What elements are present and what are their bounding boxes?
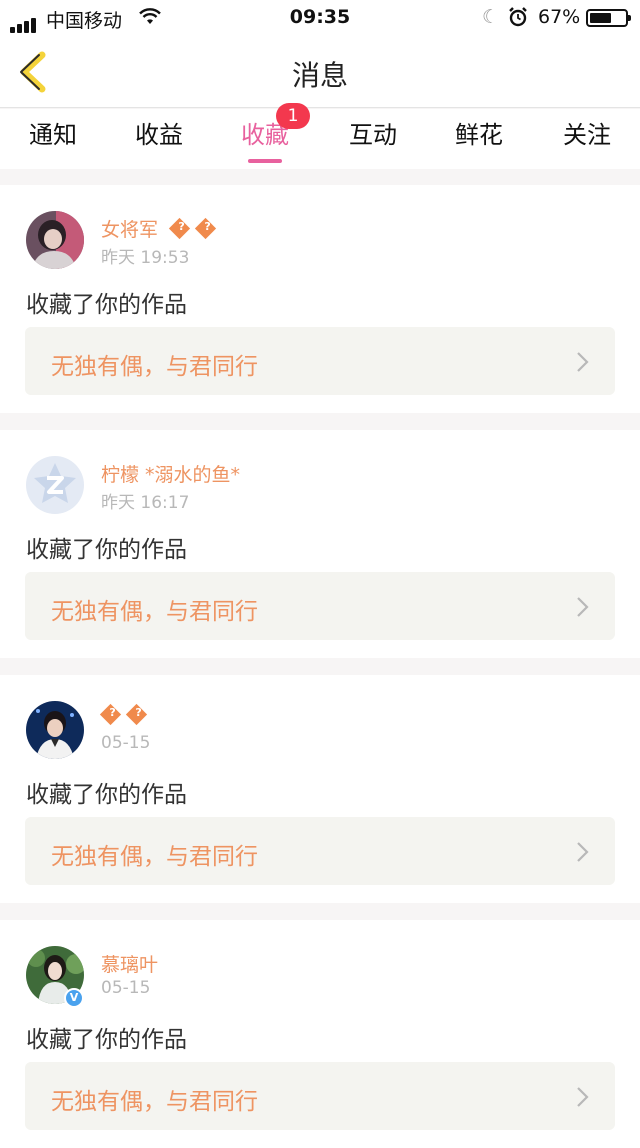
chevron-right-icon xyxy=(577,1087,589,1107)
battery-percent: 67% xyxy=(538,6,581,28)
battery-fill xyxy=(590,13,612,23)
action-text: 收藏了你的作品 xyxy=(26,1027,187,1053)
timestamp: 05-15 xyxy=(101,733,151,753)
work-title: 无独有偶，与君同行 xyxy=(51,354,258,380)
message-card: 女将军 昨天 19:53 收藏了你的作品 无独有偶，与君同行 xyxy=(0,185,640,413)
username[interactable]: 柠檬 *溺水的鱼* xyxy=(101,460,240,487)
avatar[interactable] xyxy=(26,456,84,514)
work-title: 无独有偶，与君同行 xyxy=(51,844,258,870)
tab-flowers[interactable]: 鲜花 xyxy=(426,115,532,150)
timestamp: 05-15 xyxy=(101,978,151,998)
username[interactable]: 慕璃叶 xyxy=(101,950,158,977)
tab-notifications[interactable]: 通知 xyxy=(0,115,106,150)
page-title: 消息 xyxy=(291,59,348,92)
nav-header: 消息 xyxy=(0,36,640,108)
tab-label: 通知 xyxy=(29,121,77,149)
chevron-right-icon xyxy=(577,842,589,862)
action-text: 收藏了你的作品 xyxy=(26,537,187,563)
tab-label: 互动 xyxy=(349,121,397,149)
action-text: 收藏了你的作品 xyxy=(26,292,187,318)
moon-icon: ☾ xyxy=(482,6,500,28)
battery-icon xyxy=(586,9,631,27)
status-bar: 中国移动 09:35 ☾ 67% xyxy=(0,0,640,36)
message-card: 05-15 收藏了你的作品 无独有偶，与君同行 xyxy=(0,675,640,903)
message-card: V 慕璃叶 05-15 收藏了你的作品 无独有偶，与君同行 xyxy=(0,920,640,1148)
tab-label: 收益 xyxy=(135,121,183,149)
work-link[interactable]: 无独有偶，与君同行 xyxy=(25,572,615,640)
tab-label: 鲜花 xyxy=(455,121,503,149)
avatar[interactable] xyxy=(26,211,84,269)
username-text: 女将军 xyxy=(101,219,159,241)
tab-bar: 通知 收益 收藏 1 互动 鲜花 关注 xyxy=(0,103,640,169)
tab-label: 关注 xyxy=(563,121,611,149)
work-link[interactable]: 无独有偶，与君同行 xyxy=(25,327,615,395)
timestamp: 昨天 16:17 xyxy=(101,493,190,513)
medal-icon xyxy=(125,703,148,726)
work-link[interactable]: 无独有偶，与君同行 xyxy=(25,817,615,885)
work-link[interactable]: 无独有偶，与君同行 xyxy=(25,1062,615,1130)
username-text: 柠檬 *溺水的鱼* xyxy=(101,464,241,486)
action-text: 收藏了你的作品 xyxy=(26,782,187,808)
medal-icon xyxy=(168,217,191,240)
tab-following[interactable]: 关注 xyxy=(534,115,640,150)
message-card: 柠檬 *溺水的鱼* 昨天 16:17 收藏了你的作品 无独有偶，与君同行 xyxy=(0,430,640,658)
chevron-right-icon xyxy=(577,597,589,617)
active-tab-indicator xyxy=(248,159,282,163)
timestamp: 昨天 19:53 xyxy=(101,248,190,268)
work-title: 无独有偶，与君同行 xyxy=(51,599,258,625)
work-title: 无独有偶，与君同行 xyxy=(51,1089,258,1115)
username[interactable] xyxy=(99,703,148,727)
verified-icon: V xyxy=(64,988,84,1008)
avatar[interactable] xyxy=(26,701,84,759)
alarm-clock-icon xyxy=(508,6,528,33)
medal-badges xyxy=(168,217,217,241)
username[interactable]: 女将军 xyxy=(101,215,217,242)
medal-icon xyxy=(99,703,122,726)
tab-favorites[interactable]: 收藏 1 xyxy=(212,103,318,163)
medal-icon xyxy=(195,217,217,240)
username-text: 慕璃叶 xyxy=(101,954,159,976)
tab-earnings[interactable]: 收益 xyxy=(106,115,212,150)
medal-badges xyxy=(99,703,148,727)
tab-interactions[interactable]: 互动 xyxy=(320,115,426,150)
chevron-right-icon xyxy=(577,352,589,372)
unread-badge: 1 xyxy=(276,103,310,129)
